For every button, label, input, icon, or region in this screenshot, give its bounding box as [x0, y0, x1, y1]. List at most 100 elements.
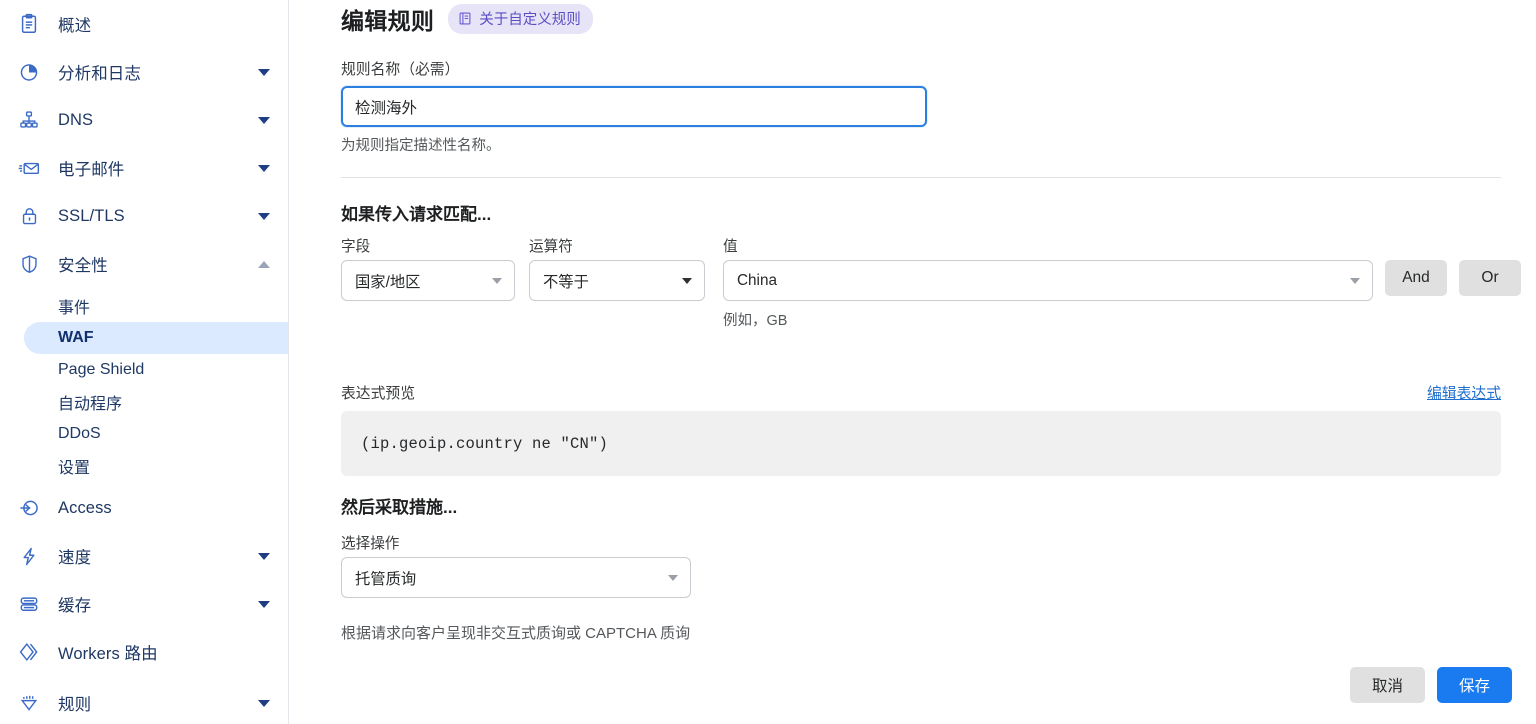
edit-expression-link[interactable]: 编辑表达式	[1427, 382, 1501, 403]
sidebar-item-label: 概述	[58, 12, 270, 36]
and-or-buttons: And Or	[1373, 260, 1521, 296]
envelope-icon	[16, 155, 42, 181]
chevron-down-icon[interactable]	[258, 553, 270, 560]
sidebar-item-label: SSL/TLS	[58, 207, 258, 226]
bolt-icon	[16, 543, 42, 569]
chevron-down-icon	[682, 278, 692, 284]
rules-icon	[16, 690, 42, 716]
action-select[interactable]: 托管质询	[341, 557, 691, 598]
chevron-down-icon	[1350, 278, 1360, 284]
action-select-label: 选择操作	[341, 532, 1512, 550]
sidebar-item-label: 电子邮件	[58, 156, 258, 180]
cancel-button[interactable]: 取消	[1350, 667, 1425, 703]
operator-column: 运算符 不等于	[529, 235, 705, 301]
sidebar-item-page-shield[interactable]: Page Shield	[0, 354, 288, 386]
main-content: 编辑规则 关于自定义规则 规则名称（必需） 为规则指定描述性名称。 如果传入请求…	[289, 0, 1536, 724]
sidebar-item-access[interactable]: Access	[0, 484, 288, 532]
sidebar-item-speed[interactable]: 速度	[0, 532, 288, 580]
badge-label: 关于自定义规则	[479, 8, 581, 29]
operator-select[interactable]: 不等于	[529, 260, 705, 301]
section-divider	[341, 177, 1501, 178]
page-header: 编辑规则 关于自定义规则	[341, 0, 1512, 36]
lock-icon	[16, 203, 42, 229]
database-icon	[16, 591, 42, 617]
chevron-down-icon[interactable]	[258, 165, 270, 172]
operator-select-value: 不等于	[543, 270, 589, 292]
sidebar-subitem-label: 设置	[58, 454, 90, 478]
value-column: 值 China 例如，GB	[723, 235, 1373, 330]
clipboard-icon	[16, 11, 42, 37]
expression-preview-box: (ip.geoip.country ne "CN")	[341, 411, 1501, 476]
rule-name-label: 规则名称（必需）	[341, 58, 1512, 79]
field-select-value: 国家/地区	[355, 270, 420, 292]
chevron-down-icon[interactable]	[258, 117, 270, 124]
chevron-down-icon[interactable]	[258, 69, 270, 76]
sidebar-item-analytics[interactable]: 分析和日志	[0, 48, 288, 96]
operator-label: 运算符	[529, 235, 705, 253]
sidebar-item-label: Workers 路由	[58, 640, 270, 664]
sidebar-item-cache[interactable]: 缓存	[0, 580, 288, 628]
and-button[interactable]: And	[1385, 260, 1447, 296]
workers-icon	[16, 639, 42, 665]
expression-preview-label: 表达式预览	[341, 382, 415, 403]
sidebar-item-rules[interactable]: 规则	[0, 676, 288, 720]
action-section-title: 然后采取措施...	[341, 493, 1512, 518]
sidebar-item-settings[interactable]: 设置	[0, 450, 288, 482]
sidebar-item-dns[interactable]: DNS	[0, 96, 288, 144]
about-custom-rules-badge[interactable]: 关于自定义规则	[448, 4, 593, 34]
chevron-down-icon	[668, 575, 678, 581]
chevron-down-icon[interactable]	[258, 601, 270, 608]
access-icon	[16, 495, 42, 521]
sidebar-item-label: Access	[58, 499, 270, 518]
sidebar-subitem-label: DDoS	[58, 425, 101, 443]
sidebar-item-workers-routes[interactable]: Workers 路由	[0, 628, 288, 676]
expression-header: 表达式预览 编辑表达式	[341, 382, 1501, 403]
sidebar-subitem-label: 自动程序	[58, 390, 122, 414]
chevron-down-icon	[492, 278, 502, 284]
sidebar-subitem-label: 事件	[58, 294, 90, 318]
sidebar-item-label: 规则	[58, 691, 258, 715]
value-label: 值	[723, 235, 1373, 253]
rule-name-input[interactable]	[341, 86, 927, 127]
security-submenu: 事件 WAF Page Shield 自动程序 DDoS 设置	[0, 288, 288, 484]
shield-icon	[16, 251, 42, 277]
sidebar-item-label: 分析和日志	[58, 60, 258, 84]
pie-chart-icon	[16, 59, 42, 85]
chevron-down-icon[interactable]	[258, 213, 270, 220]
field-label: 字段	[341, 235, 515, 253]
or-button[interactable]: Or	[1459, 260, 1521, 296]
sidebar-item-label: 缓存	[58, 592, 258, 616]
rule-name-help: 为规则指定描述性名称。	[341, 134, 1512, 155]
footer-buttons: 取消 保存	[1350, 667, 1512, 703]
sidebar-item-events[interactable]: 事件	[0, 290, 288, 322]
sidebar-item-ssl-tls[interactable]: SSL/TLS	[0, 192, 288, 240]
sidebar-item-waf[interactable]: WAF	[24, 322, 288, 354]
field-select[interactable]: 国家/地区	[341, 260, 515, 301]
action-select-value: 托管质询	[355, 567, 416, 589]
action-hint: 根据请求向客户呈现非交互式质询或 CAPTCHA 质询	[341, 622, 1512, 643]
value-hint: 例如，GB	[723, 309, 1373, 330]
chevron-up-icon[interactable]	[258, 261, 270, 268]
match-section-title: 如果传入请求匹配...	[341, 200, 1512, 225]
app-root: 概述 分析和日志	[0, 0, 1536, 724]
sidebar-item-label: 速度	[58, 544, 258, 568]
value-select[interactable]: China	[723, 260, 1373, 301]
sidebar-item-security[interactable]: 安全性	[0, 240, 288, 288]
page-title: 编辑规则	[341, 2, 434, 36]
sidebar-item-overview[interactable]: 概述	[0, 0, 288, 48]
expression-text: (ip.geoip.country ne "CN")	[361, 435, 608, 453]
sidebar-subitem-label: WAF	[58, 329, 94, 347]
value-select-value: China	[737, 272, 777, 290]
sidebar: 概述 分析和日志	[0, 0, 289, 724]
sitemap-icon	[16, 107, 42, 133]
save-button[interactable]: 保存	[1437, 667, 1512, 703]
field-column: 字段 国家/地区	[341, 235, 515, 301]
sidebar-subitem-label: Page Shield	[58, 361, 144, 379]
book-icon	[458, 11, 472, 26]
sidebar-item-label: 安全性	[58, 252, 258, 276]
chevron-down-icon[interactable]	[258, 700, 270, 707]
condition-row: 字段 国家/地区 运算符 不等于 值 China	[341, 235, 1512, 330]
sidebar-item-email[interactable]: 电子邮件	[0, 144, 288, 192]
sidebar-item-bots[interactable]: 自动程序	[0, 386, 288, 418]
sidebar-item-ddos[interactable]: DDoS	[0, 418, 288, 450]
